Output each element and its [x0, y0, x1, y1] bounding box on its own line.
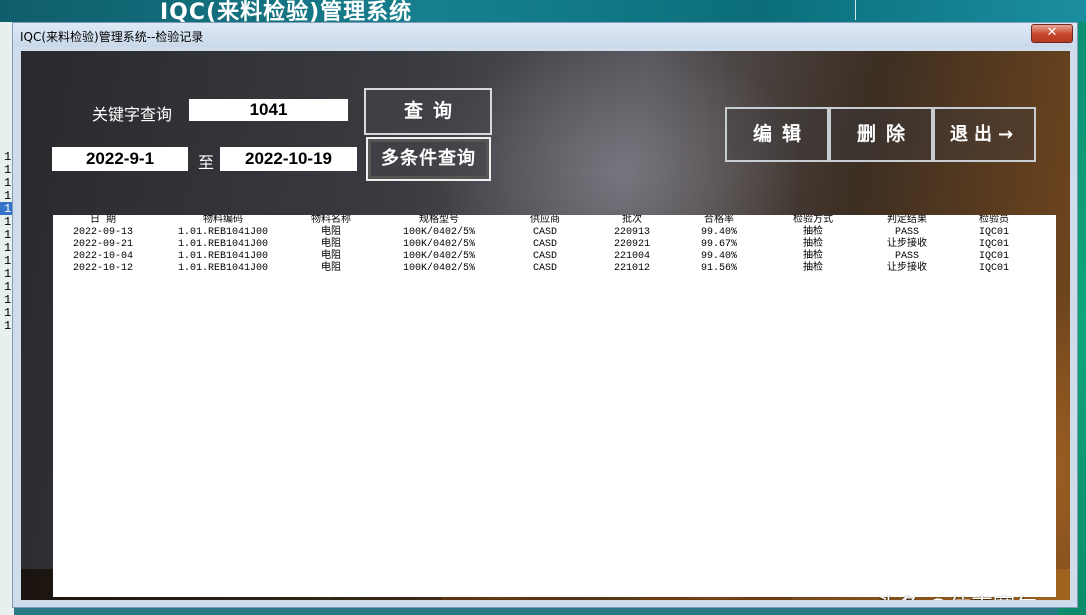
- table-cell: 抽检: [803, 263, 823, 274]
- keyword-label: 关键字查询: [92, 105, 173, 124]
- table-cell: IQC01: [978, 227, 1009, 238]
- keyword-input[interactable]: [189, 99, 348, 121]
- table-cell: 221004: [613, 251, 650, 262]
- query-button[interactable]: 查询: [364, 88, 492, 135]
- window-title: IQC(来料检验)管理系统--检验记录: [20, 30, 204, 44]
- inspection-records-grid[interactable]: 日 期物料编码 物料名称 规格型号 供应商 批次 合格率 检验方式 判定结果 检验员 2022-…: [53, 215, 1056, 597]
- column-header[interactable]: 判定结果: [871, 215, 943, 227]
- end-date-field[interactable]: [220, 147, 357, 171]
- table-cell: 2022-10-04: [72, 251, 133, 262]
- table-cell: 2022-09-13: [72, 227, 133, 238]
- table-cell: 1.01.REB1041J00: [177, 263, 268, 274]
- column-header[interactable]: 检验员: [943, 215, 1045, 227]
- column-header[interactable]: 检验方式: [755, 215, 871, 227]
- background-divider: [855, 0, 856, 20]
- table-cell: IQC01: [978, 263, 1009, 274]
- table-cell: 1.01.REB1041J00: [177, 227, 268, 238]
- column-header[interactable]: 供应商: [509, 215, 581, 227]
- table-cell: CASD: [532, 263, 557, 274]
- table-cell: PASS: [894, 251, 919, 262]
- exit-button[interactable]: 退出→: [933, 107, 1036, 162]
- table-cell: 221012: [613, 263, 650, 274]
- watermark: 头条 @依克赛尔: [876, 589, 1037, 600]
- table-cell: 100K/0402/5%: [402, 263, 475, 274]
- table-row[interactable]: 2022-09-13 1.01.REB1041J00 电阻 100K/0402/5% C…: [53, 227, 1045, 239]
- column-header[interactable]: 合格率: [683, 215, 755, 227]
- table-cell: 电阻: [321, 227, 341, 238]
- table-cell: 电阻: [321, 239, 341, 250]
- table-body: 2022-09-13 1.01.REB1041J00 电阻 100K/0402/5% C…: [53, 227, 1045, 275]
- table-row[interactable]: 2022-10-12 1.01.REB1041J00 电阻 100K/0402/5% C…: [53, 263, 1045, 275]
- edit-button[interactable]: 编辑: [725, 107, 829, 162]
- table-cell: 99.40%: [700, 227, 737, 238]
- table-cell: 1.01.REB1041J00: [177, 239, 268, 250]
- table-cell: 100K/0402/5%: [402, 227, 475, 238]
- column-header[interactable]: 批次: [581, 215, 683, 227]
- table-cell: 电阻: [321, 251, 341, 262]
- window-client-area: 关键字查询 查询 至 多条件查询 编辑 删除 退出→ 日 期物料编码物料名称规格…: [21, 51, 1070, 600]
- table-cell: 抽检: [803, 239, 823, 250]
- table-cell: 100K/0402/5%: [402, 239, 475, 250]
- table-row[interactable]: 2022-09-21 1.01.REB1041J00 电阻 100K/0402/5% C…: [53, 239, 1045, 251]
- table-header-row: 日 期物料编码 物料名称 规格型号 供应商 批次 合格率 检验方式 判定结果 检验员: [53, 215, 1045, 227]
- table-cell: CASD: [532, 227, 557, 238]
- start-date-field[interactable]: [52, 147, 188, 171]
- records-table: 日 期物料编码 物料名称 规格型号 供应商 批次 合格率 检验方式 判定结果 检验员 2022-…: [53, 215, 1045, 275]
- close-button[interactable]: ✕: [1031, 24, 1073, 43]
- inspection-records-window: IQC(来料检验)管理系统--检验记录 ✕ 关键字查询 查询 至 多条件查询 编…: [12, 22, 1078, 608]
- table-cell: CASD: [532, 239, 557, 250]
- table-cell: 2022-10-12: [72, 263, 133, 274]
- table-cell: IQC01: [978, 239, 1009, 250]
- close-icon: ✕: [1046, 25, 1058, 40]
- table-cell: CASD: [532, 251, 557, 262]
- column-header[interactable]: 物料编码: [153, 215, 293, 227]
- date-range-separator: 至: [198, 153, 215, 172]
- column-header[interactable]: 规格型号: [369, 215, 509, 227]
- table-cell: 99.40%: [700, 251, 737, 262]
- table-cell: 让步接收: [887, 239, 927, 250]
- table-cell: 抽检: [803, 251, 823, 262]
- table-cell: 1.01.REB1041J00: [177, 251, 268, 262]
- multi-condition-query-button[interactable]: 多条件查询: [366, 137, 491, 181]
- table-row[interactable]: 2022-10-04 1.01.REB1041J00 电阻 100K/0402/5% C…: [53, 251, 1045, 263]
- table-cell: 99.67%: [700, 239, 737, 250]
- table-cell: 2022-09-21: [72, 239, 133, 250]
- table-cell: 220913: [613, 227, 650, 238]
- table-cell: 电阻: [321, 263, 341, 274]
- table-cell: 91.56%: [700, 263, 737, 274]
- table-cell: 抽检: [803, 227, 823, 238]
- table-cell: PASS: [894, 227, 919, 238]
- column-header[interactable]: 物料名称: [293, 215, 369, 227]
- delete-button[interactable]: 删除: [829, 107, 933, 162]
- table-cell: 100K/0402/5%: [402, 251, 475, 262]
- table-cell: 让步接收: [887, 263, 927, 274]
- column-header[interactable]: 日 期: [53, 215, 153, 227]
- window-titlebar[interactable]: IQC(来料检验)管理系统--检验记录 ✕: [13, 23, 1077, 47]
- table-cell: IQC01: [978, 251, 1009, 262]
- table-cell: 220921: [613, 239, 650, 250]
